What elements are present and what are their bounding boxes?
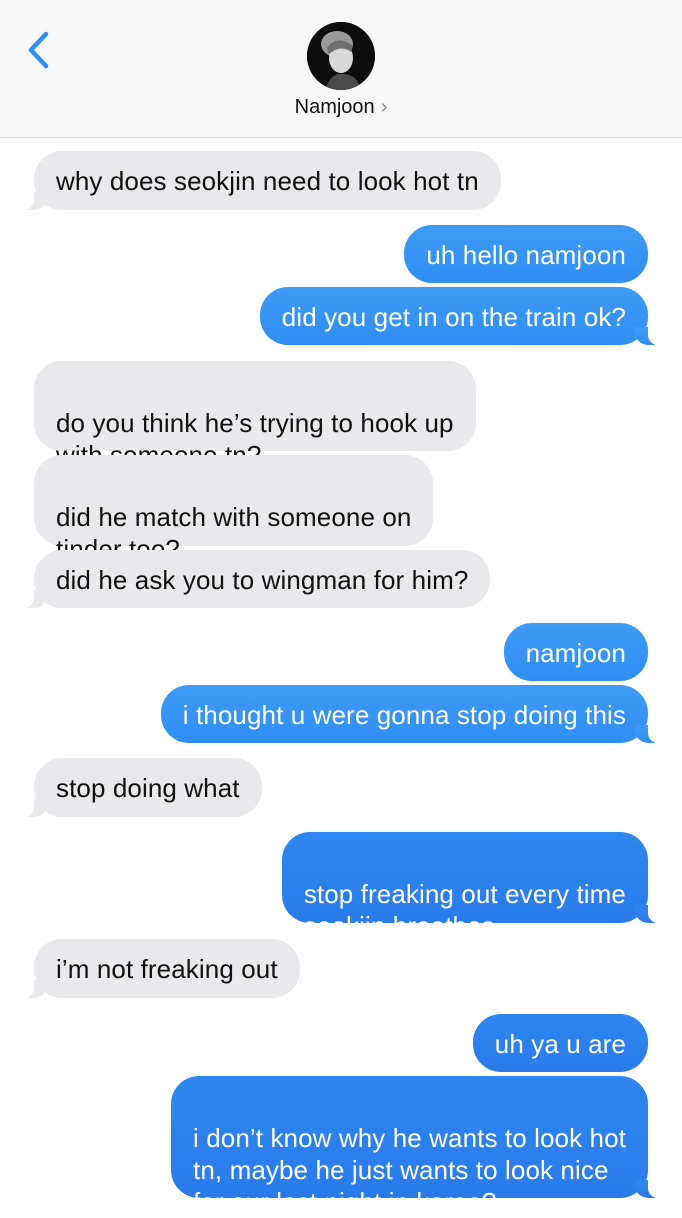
message-bubble-incoming[interactable]: i’m not freaking out xyxy=(20,939,300,998)
message-text: stop freaking out every time seokjin bre… xyxy=(303,879,626,941)
message-text: i thought u were gonna stop doing this xyxy=(182,700,626,730)
chevron-left-icon xyxy=(28,31,49,69)
message-text: namjoon xyxy=(525,638,626,668)
contact-photo xyxy=(307,22,375,90)
back-button[interactable] xyxy=(22,30,54,70)
message-text: why does seokjin need to look hot tn xyxy=(56,166,479,196)
message-bubble-outgoing[interactable]: uh hello namjoon xyxy=(404,225,648,283)
message-text: i’m not freaking out xyxy=(56,954,278,984)
contact-name-button[interactable]: Namjoon › xyxy=(0,96,682,119)
message-bubble-outgoing[interactable]: did you get in on the train ok? xyxy=(259,287,663,345)
message-text: did you get in on the train ok? xyxy=(281,302,626,332)
conversation-header: Namjoon › xyxy=(0,0,682,138)
message-thread[interactable]: why does seokjin need to look hot tn uh … xyxy=(0,138,682,1217)
message-bubble-outgoing[interactable]: stop freaking out every time seokjin bre… xyxy=(281,832,663,941)
message-bubble-outgoing[interactable]: i don’t know why he wants to look hot tn… xyxy=(171,1076,662,1217)
avatar[interactable] xyxy=(307,22,375,90)
message-text: i don’t know why he wants to look hot tn… xyxy=(193,1123,626,1217)
contact-name: Namjoon xyxy=(294,96,375,118)
message-text: stop doing what xyxy=(56,773,240,803)
message-bubble-outgoing[interactable]: uh ya u are xyxy=(472,1014,648,1072)
message-bubble-incoming[interactable]: do you think he’s trying to hook up with… xyxy=(34,361,476,470)
message-text: uh ya u are xyxy=(494,1029,626,1059)
message-text: uh hello namjoon xyxy=(426,240,626,270)
chevron-right-icon: › xyxy=(380,96,388,118)
message-bubble-incoming[interactable]: did he ask you to wingman for him? xyxy=(19,550,491,608)
message-bubble-incoming[interactable]: stop doing what xyxy=(20,758,262,817)
message-bubble-incoming[interactable]: why does seokjin need to look hot tn xyxy=(20,151,501,210)
message-bubble-outgoing[interactable]: namjoon xyxy=(503,623,648,681)
message-text: did he ask you to wingman for him? xyxy=(56,565,469,595)
message-bubble-outgoing[interactable]: i thought u were gonna stop doing this xyxy=(160,685,663,743)
message-bubble-incoming[interactable]: did he match with someone on tinder too? xyxy=(34,455,434,564)
